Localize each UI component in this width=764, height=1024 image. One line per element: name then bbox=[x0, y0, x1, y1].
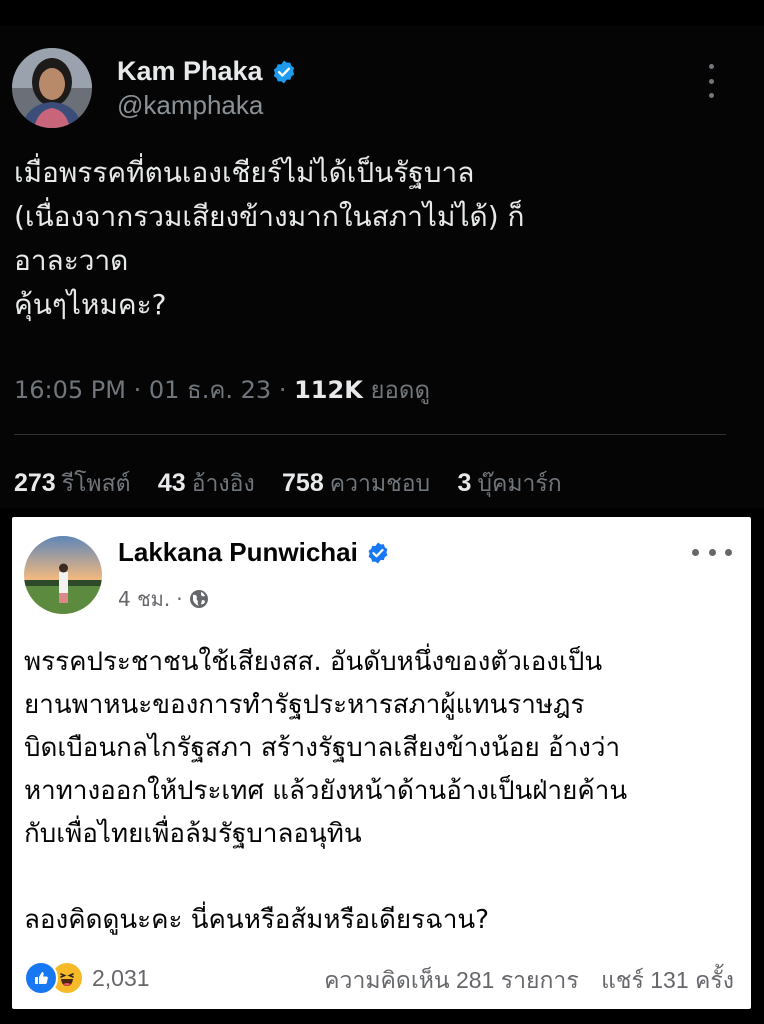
fb-post-line: พรรคประชาชนใช้เสียงสส. อันดับหนึ่งของตัว… bbox=[24, 647, 603, 677]
x-post-line: เมื่อพรรคที่ตนเองเชียร์ไม่ได้เป็นรัฐบาล bbox=[14, 156, 475, 189]
fb-post-line: บิดเบือนกลไกรัฐสภา สร้างรัฐบาลเสียงข้างน… bbox=[24, 733, 621, 763]
fb-engagement-bar: 2,031 ความคิดเห็น 281 รายการ แชร์ 131 คร… bbox=[24, 961, 734, 995]
like-reaction-icon bbox=[24, 961, 58, 995]
x-views-count: 112K bbox=[294, 376, 363, 404]
x-display-name[interactable]: Kam Phaka bbox=[117, 56, 297, 87]
x-profile-avatar[interactable] bbox=[12, 48, 92, 128]
like-stat[interactable]: 758 ความชอบ bbox=[282, 469, 430, 497]
more-options-icon[interactable] bbox=[700, 64, 722, 98]
shares-count-link[interactable]: แชร์ 131 ครั้ง bbox=[601, 967, 734, 993]
x-post-timestamp: 16:05 PM · 01 ธ.ค. 23 · 112K ยอดดู bbox=[14, 376, 431, 404]
reactions-summary[interactable]: 2,031 bbox=[24, 961, 150, 995]
x-handle[interactable]: @kamphaka bbox=[117, 90, 263, 121]
x-views-label: ยอดดู bbox=[370, 376, 431, 404]
fb-post-card: Lakkana Punwichai 4 ชม. · พรรคประชาชนใช้… bbox=[12, 517, 751, 1009]
fb-comment-share-counts: ความคิดเห็น 281 รายการ แชร์ 131 ครั้ง bbox=[324, 963, 734, 999]
fb-post-time[interactable]: 4 ชม. bbox=[118, 583, 170, 615]
bookmark-stat[interactable]: 3 บุ๊คมาร์ก bbox=[457, 469, 561, 497]
quote-stat[interactable]: 43 อ้างอิง bbox=[158, 469, 255, 497]
fb-post-meta: 4 ชม. · bbox=[118, 583, 209, 615]
x-post-date[interactable]: 01 ธ.ค. 23 bbox=[149, 376, 271, 404]
fb-post-text: พรรคประชาชนใช้เสียงสส. อันดับหนึ่งของตัว… bbox=[24, 641, 744, 942]
divider bbox=[14, 434, 726, 435]
x-post-text: เมื่อพรรคที่ตนเองเชียร์ไม่ได้เป็นรัฐบาล … bbox=[14, 151, 734, 327]
fb-post-line: หาทางออกให้ประเทศ แล้วยังหน้าด้านอ้างเป็… bbox=[24, 776, 628, 806]
fb-post-closing-line: ลองคิดดูนะคะ นี่คนหรือส้มหรือเดียรฉาน? bbox=[24, 905, 490, 935]
more-options-icon[interactable] bbox=[692, 547, 732, 557]
x-engagement-stats: 273 รีโพสต์ 43 อ้างอิง 758 ความชอบ 3 บุ๊คมาร… bbox=[14, 466, 582, 502]
x-display-name-text[interactable]: Kam Phaka bbox=[117, 56, 263, 87]
fb-display-name-text[interactable]: Lakkana Punwichai bbox=[118, 537, 358, 568]
x-post-line: อาละวาด bbox=[14, 244, 129, 277]
x-post-time[interactable]: 16:05 PM bbox=[14, 376, 126, 404]
verified-badge-icon bbox=[273, 60, 294, 83]
x-post-line: (เนื่องจากรวมเสียงข้างมากในสภาไม่ได้) ก็ bbox=[14, 200, 525, 233]
reactions-count: 2,031 bbox=[92, 964, 150, 991]
verified-badge-icon bbox=[368, 542, 388, 563]
fb-post-line: กับเพื่อไทยเพื่อล้มรัฐบาลอนุทิน bbox=[24, 819, 362, 849]
fb-display-name[interactable]: Lakkana Punwichai bbox=[118, 537, 390, 568]
x-post-line: คุ้นๆไหมคะ? bbox=[14, 288, 167, 321]
x-post-card: Kam Phaka @kamphaka เมื่อพรรคที่ตนเองเชี… bbox=[0, 26, 764, 508]
comments-count-link[interactable]: ความคิดเห็น 281 รายการ bbox=[324, 967, 579, 993]
separator: · bbox=[176, 587, 183, 611]
fb-post-line: ยานพาหนะของการทำรัฐประหารสภาผู้แทนราษฎร bbox=[24, 690, 585, 720]
globe-icon bbox=[189, 590, 208, 608]
fb-profile-avatar[interactable] bbox=[24, 536, 102, 614]
repost-stat[interactable]: 273 รีโพสต์ bbox=[14, 469, 131, 497]
